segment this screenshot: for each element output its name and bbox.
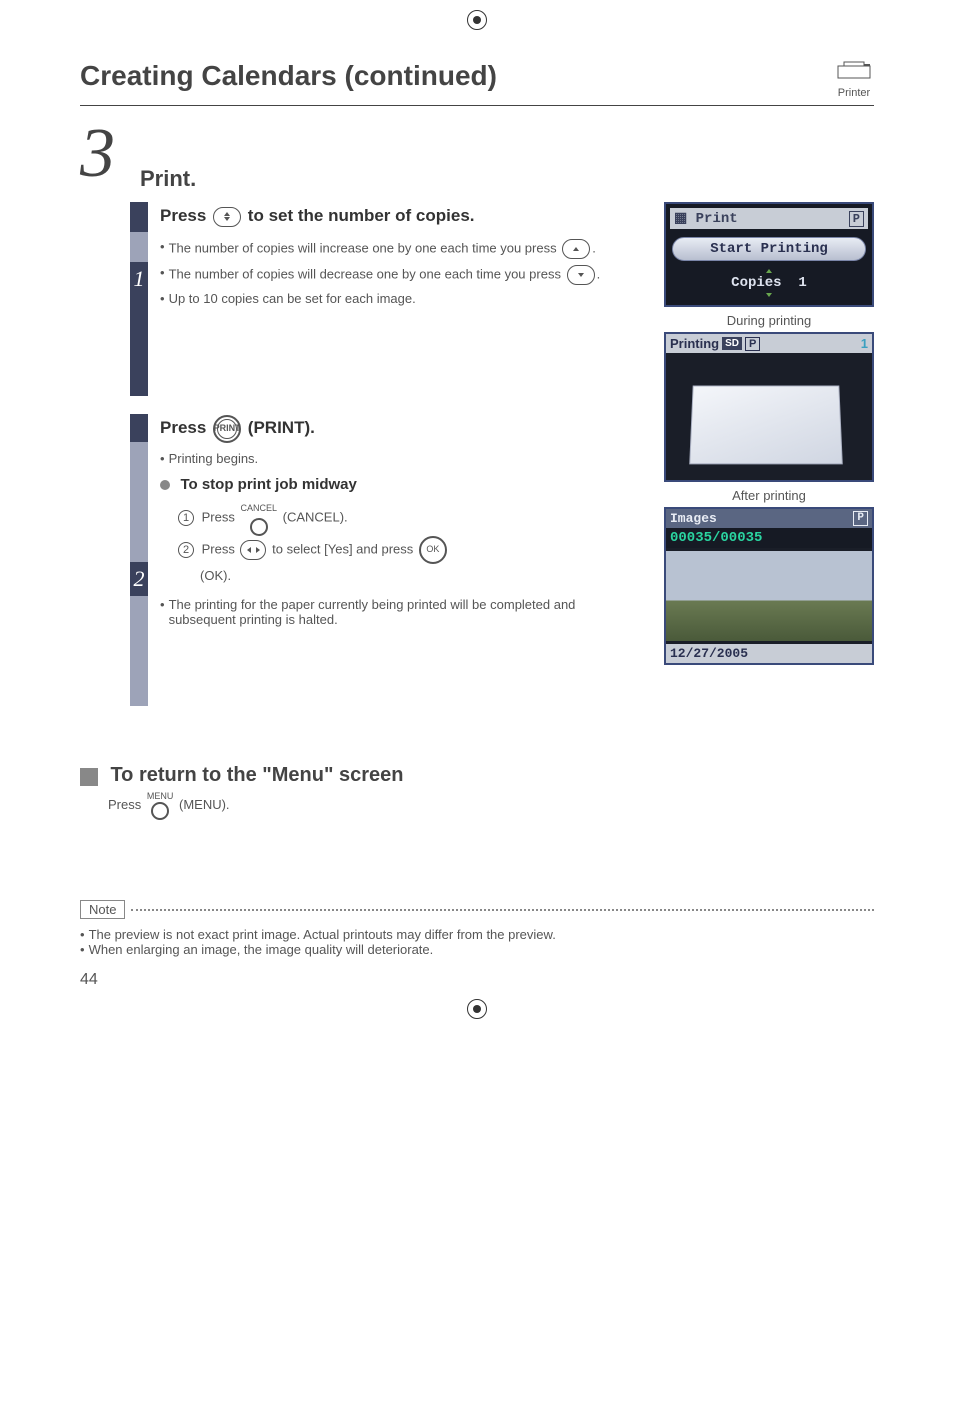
bullet-item: Printing begins. [160,451,634,466]
page: Creating Calendars (continued) Printer 3… [0,20,954,1009]
down-button-icon [567,265,595,285]
screen-title-bar: ▦ Print P [670,208,868,229]
menu-button-icon: MENU [147,791,174,820]
note-label: Note [80,900,125,919]
header: Creating Calendars (continued) Printer [80,60,874,106]
note-item: The preview is not exact print image. Ac… [80,927,874,942]
p-badge-icon: P [853,511,868,526]
substeps: 1 Press to set the number of copies. [130,202,874,724]
count-label: 1 [861,336,868,351]
substep-gutter: 2 [130,414,148,706]
cancel-button-icon: CANCEL [240,500,277,536]
bullet-item: The number of copies will increase one b… [160,239,634,259]
printer-icon-label: Printer [834,87,874,99]
printer-icon [834,60,874,82]
copies-control: Copies 1 [670,269,868,297]
bullet-item: The printing for the paper currently bei… [160,597,634,627]
step-title: Print. [140,166,196,192]
image-counter: 00035/00035 [666,528,872,548]
registration-mark-icon [467,10,487,30]
start-printing-button: Start Printing [672,237,866,261]
substep-gutter: 1 [130,202,148,396]
stop-step-1: 1 Press CANCEL (CANCEL). [178,500,634,536]
p-badge-icon: P [745,337,760,351]
up-down-button-icon [213,207,241,227]
left-right-button-icon [240,540,266,560]
square-bullet-icon [80,768,98,786]
instruction-text: Press to set the number of copies. [160,202,634,231]
step-row: 3 Print. [80,126,874,192]
return-section: To return to the "Menu" screen Press MEN… [80,764,874,820]
return-title: To return to the "Menu" screen [110,764,403,786]
printer-icon-wrap: Printer [834,60,874,99]
caption-after: After printing [664,488,874,503]
screen-print-dialog: ▦ Print P Start Printing Copies 1 [664,202,874,307]
note-row: Note [80,900,874,919]
bullet-list: The number of copies will increase one b… [160,239,634,306]
dot-icon [160,480,170,490]
print-button-icon: PRINT [213,415,241,443]
ok-button-icon: OK [419,536,447,564]
date-label: 12/27/2005 [666,644,872,663]
bullet-list: Printing begins. [160,451,634,466]
screen-printing: Printing SD P 1 [664,332,874,482]
circled-number-icon: 1 [178,510,194,526]
screen-title-bar: Images P [666,509,872,528]
bullet-item: Up to 10 copies can be set for each imag… [160,291,634,306]
substep-number: 1 [130,262,148,296]
triangle-down-icon [766,293,772,297]
up-button-icon [562,239,590,259]
photo-thumbnail [666,551,872,641]
triangle-up-icon [766,269,772,273]
page-title: Creating Calendars (continued) [80,60,497,92]
substep-number: 2 [130,562,148,596]
dotted-line-icon [131,909,874,911]
stop-section: To stop print job midway 1 Press CANCEL … [160,476,634,589]
registration-mark-icon [467,999,487,1019]
caption-during: During printing [664,313,874,328]
stop-step-2: 2 Press to select [Yes] and press OK (OK… [178,536,634,589]
page-number: 44 [80,971,874,989]
note-list: The preview is not exact print image. Ac… [80,927,874,957]
note-item: When enlarging an image, the image quali… [80,942,874,957]
screen-after-printing: Images P 00035/00035 12/27/2005 [664,507,874,665]
sd-badge-icon: SD [722,337,742,350]
paper-sheet-icon [689,385,843,464]
bullet-item: The number of copies will decrease one b… [160,265,634,285]
circled-number-icon: 2 [178,542,194,558]
instruction-text: Press PRINT (PRINT). [160,414,634,443]
screen-title-bar: Printing SD P 1 [666,334,872,353]
substep-2: 2 Press PRINT (PRINT). Printing begins. [130,414,644,706]
stop-heading: To stop print job midway [180,476,356,493]
substep-1: 1 Press to set the number of copies. [130,202,644,396]
step-number: 3 [80,126,130,182]
screens-column: ▦ Print P Start Printing Copies 1 During… [664,202,874,665]
return-instruction: Press MENU (MENU). [108,791,874,820]
bullet-list: The printing for the paper currently bei… [160,597,634,627]
